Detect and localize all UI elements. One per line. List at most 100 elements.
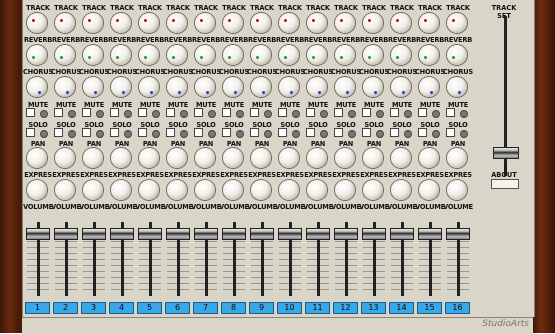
solo-checkbox[interactable] bbox=[362, 128, 371, 137]
expression-knob[interactable] bbox=[111, 180, 131, 200]
mute-checkbox[interactable] bbox=[222, 108, 231, 117]
expression-knob[interactable] bbox=[251, 180, 271, 200]
expression-knob[interactable] bbox=[307, 180, 327, 200]
track-knob[interactable] bbox=[335, 13, 355, 33]
solo-checkbox[interactable] bbox=[166, 128, 175, 137]
pan-knob[interactable] bbox=[55, 148, 75, 168]
pan-knob[interactable] bbox=[279, 148, 299, 168]
reverb-knob[interactable] bbox=[279, 45, 299, 65]
expression-knob[interactable] bbox=[335, 180, 355, 200]
volume-fader[interactable] bbox=[446, 228, 470, 240]
expression-knob[interactable] bbox=[419, 180, 439, 200]
reverb-knob[interactable] bbox=[419, 45, 439, 65]
chorus-knob[interactable] bbox=[223, 77, 243, 97]
reverb-knob[interactable] bbox=[391, 45, 411, 65]
channel-number-button[interactable]: 3 bbox=[81, 302, 106, 314]
chorus-knob[interactable] bbox=[83, 77, 103, 97]
pan-knob[interactable] bbox=[83, 148, 103, 168]
channel-number-button[interactable]: 7 bbox=[193, 302, 218, 314]
reverb-knob[interactable] bbox=[335, 45, 355, 65]
expression-knob[interactable] bbox=[83, 180, 103, 200]
expression-knob[interactable] bbox=[223, 180, 243, 200]
reverb-knob[interactable] bbox=[223, 45, 243, 65]
solo-checkbox[interactable] bbox=[278, 128, 287, 137]
solo-checkbox[interactable] bbox=[26, 128, 35, 137]
chorus-knob[interactable] bbox=[391, 77, 411, 97]
mute-checkbox[interactable] bbox=[194, 108, 203, 117]
channel-number-button[interactable]: 13 bbox=[361, 302, 386, 314]
pan-knob[interactable] bbox=[363, 148, 383, 168]
reverb-knob[interactable] bbox=[363, 45, 383, 65]
track-knob[interactable] bbox=[111, 13, 131, 33]
track-knob[interactable] bbox=[55, 13, 75, 33]
track-knob[interactable] bbox=[391, 13, 411, 33]
expression-knob[interactable] bbox=[139, 180, 159, 200]
volume-fader[interactable] bbox=[250, 228, 274, 240]
volume-fader[interactable] bbox=[306, 228, 330, 240]
expression-knob[interactable] bbox=[391, 180, 411, 200]
reverb-knob[interactable] bbox=[139, 45, 159, 65]
volume-fader[interactable] bbox=[418, 228, 442, 240]
track-knob[interactable] bbox=[363, 13, 383, 33]
mute-checkbox[interactable] bbox=[166, 108, 175, 117]
solo-checkbox[interactable] bbox=[446, 128, 455, 137]
solo-checkbox[interactable] bbox=[222, 128, 231, 137]
pan-knob[interactable] bbox=[307, 148, 327, 168]
reverb-knob[interactable] bbox=[27, 45, 47, 65]
channel-number-button[interactable]: 4 bbox=[109, 302, 134, 314]
mute-checkbox[interactable] bbox=[250, 108, 259, 117]
mute-checkbox[interactable] bbox=[278, 108, 287, 117]
solo-checkbox[interactable] bbox=[110, 128, 119, 137]
solo-checkbox[interactable] bbox=[306, 128, 315, 137]
solo-checkbox[interactable] bbox=[54, 128, 63, 137]
mute-checkbox[interactable] bbox=[390, 108, 399, 117]
channel-number-button[interactable]: 5 bbox=[137, 302, 162, 314]
volume-fader[interactable] bbox=[166, 228, 190, 240]
mute-checkbox[interactable] bbox=[306, 108, 315, 117]
chorus-knob[interactable] bbox=[251, 77, 271, 97]
channel-number-button[interactable]: 2 bbox=[53, 302, 78, 314]
pan-knob[interactable] bbox=[335, 148, 355, 168]
reverb-knob[interactable] bbox=[251, 45, 271, 65]
track-knob[interactable] bbox=[251, 13, 271, 33]
solo-checkbox[interactable] bbox=[194, 128, 203, 137]
track-knob[interactable] bbox=[83, 13, 103, 33]
reverb-knob[interactable] bbox=[167, 45, 187, 65]
chorus-knob[interactable] bbox=[111, 77, 131, 97]
reverb-knob[interactable] bbox=[195, 45, 215, 65]
volume-fader[interactable] bbox=[222, 228, 246, 240]
pan-knob[interactable] bbox=[223, 148, 243, 168]
solo-checkbox[interactable] bbox=[390, 128, 399, 137]
solo-checkbox[interactable] bbox=[82, 128, 91, 137]
track-set-fader[interactable] bbox=[493, 147, 519, 159]
reverb-knob[interactable] bbox=[307, 45, 327, 65]
solo-checkbox[interactable] bbox=[334, 128, 343, 137]
mute-checkbox[interactable] bbox=[334, 108, 343, 117]
channel-number-button[interactable]: 6 bbox=[165, 302, 190, 314]
volume-fader[interactable] bbox=[54, 228, 78, 240]
chorus-knob[interactable] bbox=[139, 77, 159, 97]
solo-checkbox[interactable] bbox=[138, 128, 147, 137]
pan-knob[interactable] bbox=[419, 148, 439, 168]
mute-checkbox[interactable] bbox=[110, 108, 119, 117]
expression-knob[interactable] bbox=[447, 180, 467, 200]
track-knob[interactable] bbox=[27, 13, 47, 33]
chorus-knob[interactable] bbox=[27, 77, 47, 97]
about-button[interactable] bbox=[491, 179, 519, 189]
volume-fader[interactable] bbox=[110, 228, 134, 240]
mute-checkbox[interactable] bbox=[54, 108, 63, 117]
chorus-knob[interactable] bbox=[279, 77, 299, 97]
track-knob[interactable] bbox=[139, 13, 159, 33]
channel-number-button[interactable]: 16 bbox=[445, 302, 470, 314]
pan-knob[interactable] bbox=[167, 148, 187, 168]
volume-fader[interactable] bbox=[278, 228, 302, 240]
track-knob[interactable] bbox=[279, 13, 299, 33]
volume-fader[interactable] bbox=[334, 228, 358, 240]
mute-checkbox[interactable] bbox=[26, 108, 35, 117]
track-knob[interactable] bbox=[447, 13, 467, 33]
pan-knob[interactable] bbox=[391, 148, 411, 168]
expression-knob[interactable] bbox=[279, 180, 299, 200]
track-knob[interactable] bbox=[167, 13, 187, 33]
expression-knob[interactable] bbox=[195, 180, 215, 200]
track-knob[interactable] bbox=[223, 13, 243, 33]
